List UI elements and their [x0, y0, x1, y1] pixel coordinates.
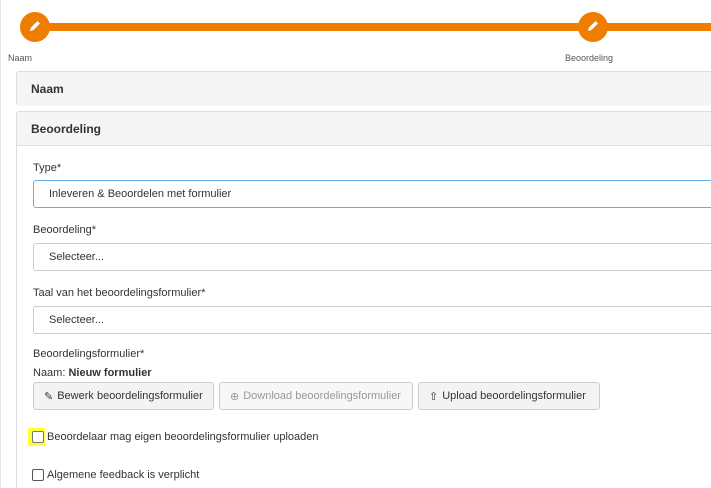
type-label: Type* [33, 162, 62, 174]
feedback-checkbox[interactable] [32, 469, 44, 481]
download-icon: ⊕ [230, 390, 240, 403]
eigen-formulier-label: Beoordelaar mag eigen beoordelingsformul… [47, 431, 319, 443]
edit-icon: ✎ [44, 390, 54, 403]
download-formulier-label: Download beoordelingsformulier [243, 390, 401, 402]
upload-formulier-button[interactable]: ⇧ Upload beoordelingsformulier [418, 382, 600, 410]
formulier-naam-prefix: Naam: [33, 367, 66, 379]
edit-formulier-label: Bewerk beoordelingsformulier [57, 390, 203, 402]
stepper-line [30, 23, 711, 31]
panel-beoordeling-heading[interactable]: Beoordeling [17, 112, 711, 146]
feedback-label: Algemene feedback is verplicht [47, 469, 200, 481]
step-beoordeling-button[interactable] [578, 12, 608, 42]
eigen-formulier-checkbox[interactable] [32, 431, 44, 443]
type-select-value: Inleveren & Beoordelen met formulier [49, 188, 232, 200]
step-label-beoordeling: Beoordeling [565, 53, 614, 63]
panel-naam: Naam [16, 71, 711, 106]
beoordeling-select-value: Selecteer... [49, 251, 105, 263]
panel-naam-heading[interactable]: Naam [17, 72, 711, 106]
pencil-icon [27, 18, 43, 37]
left-border [0, 0, 1, 488]
type-select[interactable]: Inleveren & Beoordelen met formulier [33, 180, 711, 208]
taal-select-value: Selecteer... [49, 314, 105, 326]
download-formulier-button[interactable]: ⊕ Download beoordelingsformulier [219, 382, 413, 410]
formulier-naam: Naam: Nieuw formulier [33, 367, 152, 379]
beoordeling-label: Beoordeling* [33, 224, 96, 236]
feedback-checkbox-row[interactable]: Algemene feedback is verplicht [32, 469, 199, 481]
step-naam-button[interactable] [20, 12, 50, 42]
edit-formulier-button[interactable]: ✎ Bewerk beoordelingsformulier [33, 382, 214, 410]
formulier-button-row: ✎ Bewerk beoordelingsformulier ⊕ Downloa… [33, 382, 600, 410]
formulier-naam-value: Nieuw formulier [68, 367, 152, 379]
panel-beoordeling: Beoordeling Type* Inleveren & Beoordelen… [16, 111, 711, 488]
taal-select[interactable]: Selecteer... [33, 306, 711, 334]
eigen-formulier-checkbox-row[interactable]: Beoordelaar mag eigen beoordelingsformul… [32, 431, 319, 443]
beoordelingsformulier-label: Beoordelingsformulier* [33, 348, 145, 360]
step-label-naam: Naam [8, 53, 33, 63]
taal-label: Taal van het beoordelingsformulier* [33, 287, 206, 299]
pencil-icon [585, 18, 601, 37]
upload-icon: ⇧ [429, 390, 439, 403]
upload-formulier-label: Upload beoordelingsformulier [442, 390, 586, 402]
beoordeling-select[interactable]: Selecteer... [33, 243, 711, 271]
progress-stepper: Naam Beoordeling [0, 0, 711, 70]
